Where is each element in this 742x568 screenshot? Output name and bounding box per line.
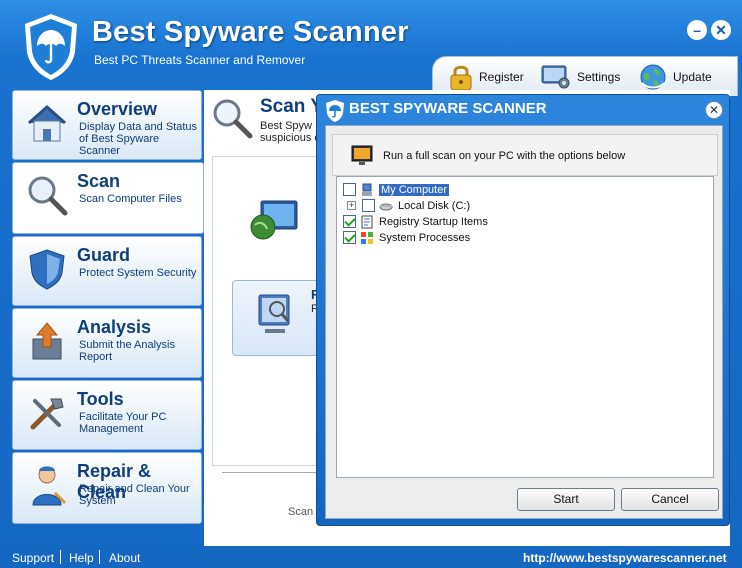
tree-item-local-disk[interactable]: + Local Disk (C:): [347, 198, 470, 213]
cancel-button[interactable]: Cancel: [621, 488, 719, 511]
about-link[interactable]: About: [109, 551, 140, 565]
monitor-icon: [351, 145, 373, 165]
support-link[interactable]: Support: [12, 551, 54, 565]
dialog-message: Run a full scan on your PC with the opti…: [383, 150, 626, 162]
sidebar-item-title: Overview: [77, 99, 158, 119]
upload-icon: [32, 322, 62, 360]
computer-icon: [362, 183, 372, 196]
checkbox-checked[interactable]: [343, 215, 356, 228]
sidebar-item-desc: Display Data and Status of Best Spyware …: [79, 121, 198, 157]
scan-dialog: BEST SPYWARE SCANNER ✕ Run a full scan o…: [316, 94, 730, 526]
register-button[interactable]: Register: [449, 63, 524, 91]
settings-label: Settings: [577, 70, 621, 84]
sidebar-item-desc: Facilitate Your PC Management: [79, 411, 167, 435]
sidebar-item-desc: Protect System Security: [79, 267, 197, 279]
expand-toggle[interactable]: +: [347, 201, 356, 210]
magnifier-icon: [28, 176, 68, 216]
sidebar-item-desc: Submit the Analysis Report: [79, 339, 175, 363]
checkbox[interactable]: [362, 199, 375, 212]
checkbox-checked[interactable]: [343, 231, 356, 244]
globe-monitor-icon: [250, 200, 298, 240]
house-icon: [28, 104, 66, 142]
dialog-close-button[interactable]: ✕: [705, 101, 723, 119]
padlock-icon: [450, 65, 472, 91]
app-subtitle: Best PC Threats Scanner and Remover: [94, 53, 306, 67]
checkbox[interactable]: [343, 183, 356, 196]
update-button[interactable]: Update: [639, 63, 712, 91]
scan-target-tree: My Computer + Local Disk (C:) Registry S…: [336, 176, 714, 478]
sidebar-item-tools[interactable]: Tools Facilitate Your PC Management: [12, 380, 202, 450]
sidebar-item-desc: Repair and Clean Your System: [79, 483, 190, 507]
sidebar-item-title: Analysis: [77, 317, 152, 337]
custom-scan-icon: [258, 294, 290, 333]
start-button[interactable]: Start: [517, 488, 615, 511]
minimize-button[interactable]: –: [687, 20, 707, 40]
tools-icon: [30, 398, 64, 430]
sidebar-item-repair-clean[interactable]: Repair & Clean Repair and Clean Your Sys…: [12, 452, 202, 524]
sidebar-item-overview[interactable]: Overview Display Data and Status of Best…: [12, 90, 202, 160]
tree-item-label: Local Disk (C:): [398, 199, 471, 212]
windows-logo-icon: [361, 231, 373, 244]
sidebar-item-scan[interactable]: Scan Scan Computer Files: [12, 162, 204, 234]
divider: [222, 472, 322, 473]
settings-button[interactable]: Settings: [541, 63, 620, 91]
sidebar-item-guard[interactable]: Guard Protect System Security: [12, 236, 202, 306]
disk-drive-icon: [379, 203, 393, 210]
register-label: Register: [479, 70, 524, 84]
sidebar-item-title: Tools: [77, 389, 124, 409]
scan-status-label: Scan: [288, 506, 314, 518]
divider: [60, 550, 61, 564]
tree-item-label: My Computer: [379, 183, 450, 196]
sidebar-item-analysis[interactable]: Analysis Submit the Analysis Report: [12, 308, 202, 378]
shield-icon: [29, 249, 65, 290]
website-url[interactable]: http://www.bestspywarescanner.net: [523, 551, 727, 565]
globe-update-icon: [640, 64, 666, 90]
umbrella-shield-icon: [326, 100, 344, 122]
tree-item-my-computer[interactable]: My Computer: [343, 182, 450, 197]
dialog-body: Run a full scan on your PC with the opti…: [325, 125, 723, 519]
sidebar-item-desc: Scan Computer Files: [79, 193, 182, 205]
dialog-title: BEST SPYWARE SCANNER: [349, 100, 547, 117]
update-label: Update: [673, 70, 712, 84]
umbrella-shield-logo-icon: [25, 14, 77, 80]
document-icon: [361, 215, 373, 228]
sidebar-item-title: Scan: [77, 171, 121, 191]
tree-item-label: System Processes: [379, 231, 471, 244]
divider: [99, 550, 100, 564]
scan-option-custom[interactable]: F F: [232, 280, 328, 356]
page-description: Best Spyw: [260, 120, 312, 132]
tree-item-registry[interactable]: Registry Startup Items: [343, 214, 488, 229]
page-title: Scan Y: [260, 96, 324, 117]
page-description-2: suspicious c: [260, 132, 320, 144]
repairman-icon: [32, 466, 67, 506]
app-window: Best Spyware Scanner Best PC Threats Sca…: [0, 0, 742, 568]
help-link[interactable]: Help: [69, 551, 94, 565]
app-title: Best Spyware Scanner: [92, 16, 409, 48]
close-window-button[interactable]: ✕: [711, 20, 731, 40]
dialog-header: Run a full scan on your PC with the opti…: [332, 134, 718, 176]
settings-monitor-icon: [541, 65, 570, 89]
tree-item-processes[interactable]: System Processes: [343, 230, 470, 245]
tree-item-label: Registry Startup Items: [379, 215, 488, 228]
magnifier-icon: [213, 99, 253, 139]
sidebar-item-title: Guard: [77, 245, 131, 265]
footer: Support Help About http://www.bestspywar…: [0, 546, 742, 568]
